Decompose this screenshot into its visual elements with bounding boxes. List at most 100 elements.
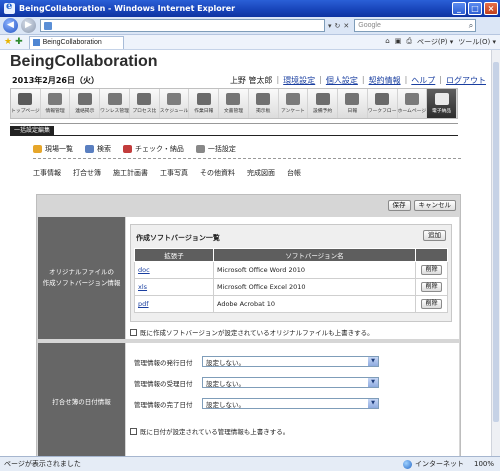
menu-item-7[interactable]: 文書管理 [219, 89, 249, 118]
menu-item-12[interactable]: ワークフロー [368, 89, 398, 118]
refresh-icon[interactable]: ↻ [335, 22, 341, 30]
vertical-scrollbar[interactable] [491, 50, 500, 456]
extension-link[interactable]: doc [138, 266, 150, 274]
date-select-value: 設定しない。 [206, 379, 245, 388]
list-title: 作成ソフトバージョン一覧 [136, 234, 220, 242]
software-name: Microsoft Office Word 2010 [213, 261, 416, 279]
overwrite-dates-checkbox[interactable] [130, 427, 137, 435]
menu-item-14[interactable]: 電子納品 [427, 89, 457, 118]
menu-item-0[interactable]: トップページ [11, 89, 41, 118]
menu-item-icon [345, 93, 360, 105]
url-input[interactable] [40, 19, 325, 32]
menu-item-6[interactable]: 作業日報 [189, 89, 220, 118]
home-icon[interactable]: ⌂ [385, 37, 389, 47]
delete-button[interactable]: 削除 [421, 265, 442, 275]
subnav-label: 一括設定 [207, 145, 236, 153]
overwrite-software-option[interactable]: 既に作成ソフトバージョンが設定されているオリジナルファイルも上書きする。 [130, 327, 374, 337]
doc-type-item-5[interactable]: 完成図面 [247, 168, 275, 178]
scrollbar-thumb[interactable] [493, 62, 499, 422]
forward-button[interactable]: ▶ [21, 18, 36, 33]
overwrite-software-checkbox[interactable] [130, 328, 137, 336]
menu-item-icon [256, 93, 271, 105]
env-settings-link[interactable]: 環境設定 [283, 75, 315, 86]
page-icon [44, 21, 52, 30]
menu-item-11[interactable]: 日報 [338, 89, 368, 118]
cancel-button[interactable]: キャンセル [413, 200, 456, 211]
page-menu[interactable]: ページ(P) ▾ [417, 37, 453, 47]
zone-label: インターネット [414, 460, 464, 468]
extension-link[interactable]: pdf [138, 300, 149, 308]
date-info-label: 打合せ簿の日付情報 [38, 343, 125, 456]
menu-item-4[interactable]: プロセス比 [130, 89, 160, 118]
date-field-row: 管理情報の受理日付 設定しない。 ▼ [134, 377, 379, 388]
command-tools: ⌂ ▣ ⎙ ページ(P) ▾ ツール(O) ▾ [385, 37, 496, 47]
doc-type-item-1[interactable]: 打合せ簿 [73, 168, 101, 178]
menu-item-label: トップページ [11, 109, 40, 114]
close-window-button[interactable]: × [484, 2, 498, 15]
doc-type-item-4[interactable]: その他資料 [200, 168, 235, 178]
menu-item-icon [77, 93, 92, 105]
software-version-label: オリジナルファイルの 作成ソフトバージョン情報 [38, 217, 125, 339]
doc-type-item-6[interactable]: 台帳 [287, 168, 301, 178]
chevron-down-icon[interactable]: ▼ [368, 357, 378, 366]
table-row: doc Microsoft Office Word 2010 削除 [134, 261, 448, 279]
check-icon [123, 145, 132, 153]
add-button[interactable]: 追加 [423, 230, 446, 241]
back-button[interactable]: ◀ [3, 18, 18, 33]
stop-icon[interactable]: ✕ [343, 22, 349, 30]
doc-type-label: 台帳 [287, 169, 301, 177]
search-input[interactable]: Google ⌕ [354, 19, 477, 32]
date-select[interactable]: 設定しない。 ▼ [202, 356, 379, 367]
date-select-value: 設定しない。 [206, 400, 245, 409]
chevron-down-icon[interactable]: ▼ [368, 378, 378, 387]
subnav-item-3[interactable]: 一括設定 [195, 144, 236, 154]
subnav-item-0[interactable]: 現場一覧 [33, 144, 73, 154]
feeds-icon[interactable]: ▣ [395, 37, 402, 47]
search-icon[interactable]: ⌕ [469, 21, 473, 31]
menu-item-2[interactable]: 連絡掲示 [70, 89, 101, 118]
date-field-row: 管理情報の完了日付 設定しない。 ▼ [134, 398, 379, 409]
favorites-star-icon[interactable]: ★ [4, 37, 12, 47]
address-bar: ◀ ▶ ▾ ↻ ✕ Google ⌕ [0, 17, 500, 35]
doc-type-item-0[interactable]: 工事情報 [33, 168, 61, 178]
menu-item-icon [137, 93, 152, 105]
menu-item-5[interactable]: スケジュール [160, 89, 190, 118]
menu-item-1[interactable]: 情報管理 [41, 89, 71, 118]
tools-menu[interactable]: ツール(O) ▾ [458, 37, 496, 47]
chevron-down-icon[interactable]: ▼ [368, 399, 378, 408]
subnav-item-2[interactable]: チェック・納品 [123, 144, 184, 154]
extension-link[interactable]: xls [138, 283, 147, 291]
browser-tab[interactable]: BeingCollaboration [28, 35, 124, 49]
menu-item-8[interactable]: 掲示板 [249, 89, 279, 118]
doc-type-item-3[interactable]: 工事写真 [160, 168, 188, 178]
minimize-button[interactable]: _ [452, 2, 466, 15]
subnav-item-1[interactable]: 検索 [85, 144, 111, 154]
menu-item-9[interactable]: アンケート [279, 89, 309, 118]
brand-title: BeingCollaboration [10, 53, 158, 70]
menu-item-label: 情報管理 [45, 109, 65, 114]
menu-item-13[interactable]: ホームページ [398, 89, 428, 118]
date-select[interactable]: 設定しない。 ▼ [202, 398, 379, 409]
overwrite-dates-option[interactable]: 既に日付が設定されている管理情報も上書きする。 [130, 426, 289, 436]
delete-button[interactable]: 削除 [421, 282, 442, 292]
print-icon[interactable]: ⎙ [406, 37, 412, 47]
menu-item-label: 電子納品 [431, 109, 452, 114]
save-button[interactable]: 保存 [387, 200, 411, 211]
contract-info-link[interactable]: 契約情報 [369, 75, 401, 86]
logout-link[interactable]: ログアウト [446, 75, 486, 86]
dropdown-icon[interactable]: ▾ [328, 22, 332, 30]
zoom-level[interactable]: 100% [474, 460, 494, 468]
maximize-button[interactable]: □ [468, 2, 482, 15]
delete-button[interactable]: 削除 [421, 299, 442, 309]
col-extension: 拡張子 [134, 248, 214, 262]
doc-type-item-2[interactable]: 施工計画書 [113, 168, 148, 178]
date-select[interactable]: 設定しない。 ▼ [202, 377, 379, 388]
header-links: 上野 管太郎 | 環境設定 | 個人設定 | 契約情報 | ヘルプ | ログアウ… [229, 75, 486, 86]
menu-item-3[interactable]: ワンレス管理 [100, 89, 130, 118]
table-row: pdf Adobe Acrobat 10 削除 [134, 295, 448, 313]
menu-item-label: プロセス比 [132, 109, 157, 114]
add-favorites-icon[interactable]: ✚ [15, 37, 23, 47]
personal-settings-link[interactable]: 個人設定 [326, 75, 358, 86]
menu-item-10[interactable]: 設備予約 [308, 89, 338, 118]
help-link[interactable]: ヘルプ [411, 75, 435, 86]
